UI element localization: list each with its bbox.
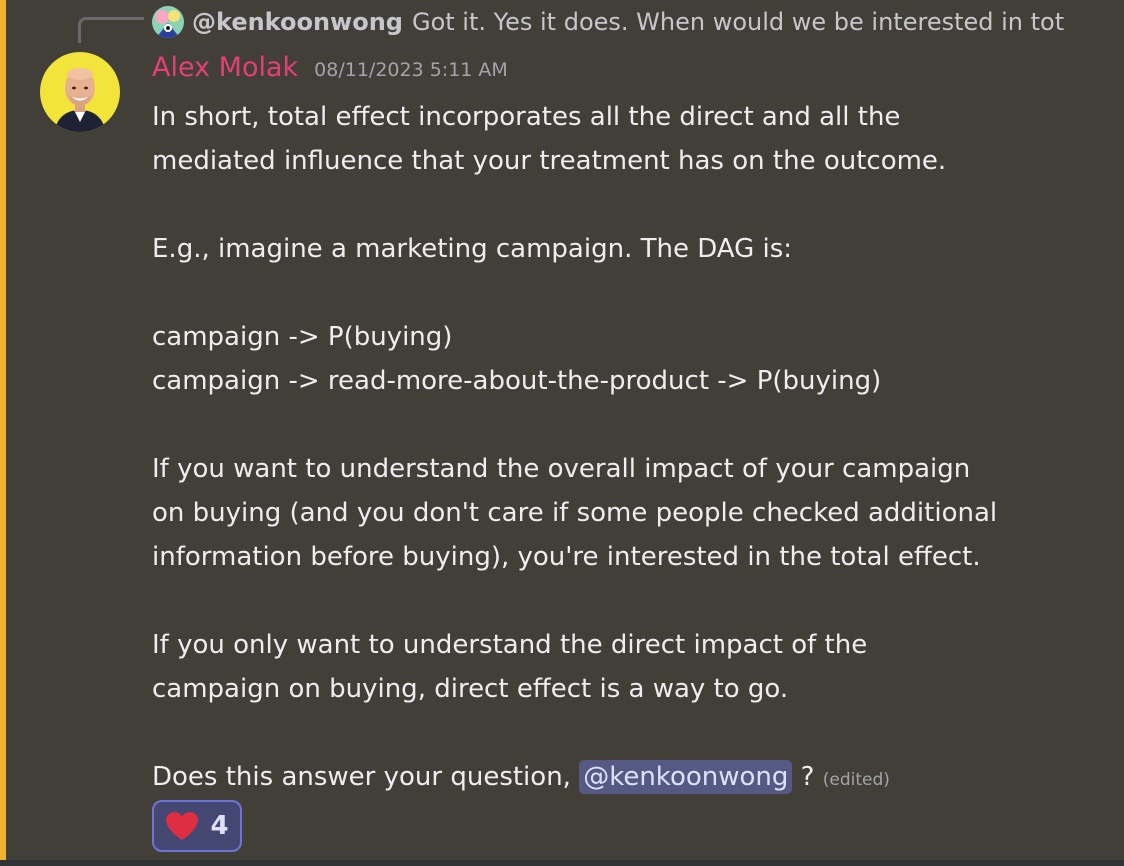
message-line: If you only want to understand the direc… [152, 630, 868, 660]
message-line [152, 403, 1112, 447]
question-prefix: Does this answer your question, [152, 762, 580, 792]
question-suffix: ? [792, 762, 815, 792]
reply-author[interactable]: @kenkoonwong [192, 8, 403, 36]
edited-label[interactable]: (edited) [823, 770, 890, 790]
mention-highlight-bar [0, 0, 6, 860]
message-line: campaign -> read-more-about-the-product … [152, 366, 882, 396]
message-header: Alex Molak 08/11/2023 5:11 AM [152, 52, 508, 83]
message-line [152, 271, 1112, 315]
message-line: If you want to understand the overall im… [152, 454, 971, 484]
message-line: mediated influence that your treatment h… [152, 146, 947, 176]
avatar[interactable] [40, 52, 120, 132]
message-divider [0, 860, 1124, 866]
reaction-count: 4 [210, 811, 229, 841]
message-line [152, 183, 1112, 227]
message-line [152, 711, 1112, 755]
reply-text[interactable]: Got it. Yes it does. When would we be in… [412, 8, 1064, 36]
message-line: E.g., imagine a marketing campaign. The … [152, 234, 793, 264]
message-line: In short, total effect incorporates all … [152, 102, 901, 132]
reply-avatar-image [152, 6, 184, 38]
message-line: on buying (and you don't care if some pe… [152, 498, 998, 528]
user-mention[interactable]: @kenkoonwong [579, 760, 793, 794]
avatar-image [40, 52, 120, 132]
timestamp[interactable]: 08/11/2023 5:11 AM [314, 59, 508, 81]
message-line: campaign -> P(buying) [152, 322, 453, 352]
reply-avatar[interactable] [152, 6, 184, 38]
heart-reaction-button[interactable]: 4 [152, 800, 242, 852]
author-name[interactable]: Alex Molak [152, 52, 298, 83]
heart-icon [166, 812, 199, 840]
reply-connector [78, 17, 144, 43]
question-line: Does this answer your question, @kenkoon… [152, 755, 1112, 799]
message-line: information before buying), you're inter… [152, 542, 981, 572]
message-line: campaign on buying, direct effect is a w… [152, 674, 789, 704]
message-body: In short, total effect incorporates all … [152, 95, 1112, 799]
chat-message: @kenkoonwong Got it. Yes it does. When w… [0, 0, 1124, 866]
reply-preview[interactable]: @kenkoonwong Got it. Yes it does. When w… [152, 5, 1064, 39]
message-line [152, 579, 1112, 623]
